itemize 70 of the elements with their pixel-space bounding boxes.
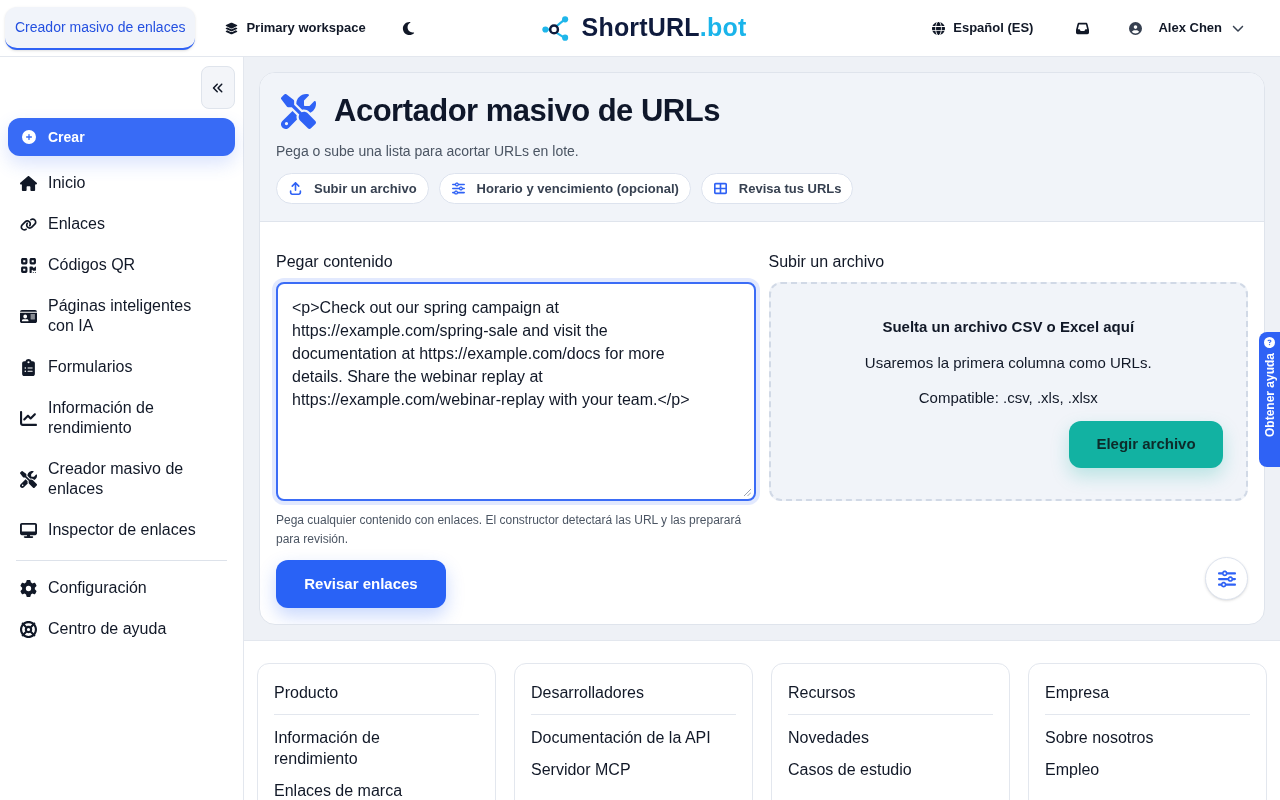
id-card-icon	[20, 307, 37, 325]
moon-icon	[401, 20, 417, 36]
choose-file-button[interactable]: Elegir archivo	[1069, 421, 1223, 468]
review-links-button[interactable]: Revisar enlaces	[276, 560, 446, 608]
link-icon	[20, 215, 37, 233]
tools-icon	[20, 470, 37, 488]
monitor-icon	[20, 521, 37, 539]
workspace-button[interactable]: Primary workspace	[225, 18, 366, 38]
footer-heading: Empresa	[1045, 684, 1111, 702]
gear-icon	[20, 579, 37, 597]
logo-icon	[541, 15, 569, 41]
help-tab[interactable]: Obtener ayuda	[1259, 332, 1280, 467]
footer-heading: Recursos	[788, 684, 857, 702]
footer-link[interactable]: Documentación de la API	[531, 727, 716, 748]
page-subtitle: Pega o sube una lista para acortar URLs en lote.	[276, 142, 580, 161]
inbox-icon	[1075, 21, 1089, 35]
layers-icon	[225, 21, 239, 35]
sidebar-item[interactable]: Inspector de enlaces	[8, 510, 235, 550]
globe-icon	[932, 21, 946, 35]
footer-heading: Desarrolladores	[531, 684, 645, 702]
qr-code-icon	[20, 256, 37, 274]
footer-link[interactable]: Empleo	[1045, 759, 1230, 780]
footer-heading: Producto	[274, 684, 340, 702]
settings-float-button[interactable]	[1205, 557, 1248, 600]
page-title: Acortador masivo de URLs	[334, 91, 720, 130]
create-button[interactable]: Crear	[8, 118, 235, 156]
step-pill[interactable]: Horario y vencimiento (opcional)	[438, 173, 691, 204]
footer-link[interactable]: Información de rendimiento	[274, 727, 459, 769]
sidebar-item[interactable]: Inicio	[8, 163, 235, 203]
field-label: Pegar contenido	[276, 252, 394, 272]
footer-link[interactable]: Casos de estudio	[788, 759, 973, 780]
brand-wordmark: ShortURL.bot	[581, 12, 747, 44]
clipboard-icon	[20, 358, 37, 376]
grid-icon	[713, 182, 727, 195]
tools-icon	[281, 93, 316, 129]
user-menu-button[interactable]: Alex Chen	[1129, 18, 1244, 38]
sidebar-item[interactable]: Códigos QR	[8, 245, 235, 285]
supported-formats: Compatible: .csv, .xls, .xlsx	[918, 388, 1098, 408]
lifebuoy-icon	[20, 620, 37, 638]
page-tab[interactable]: Creador masivo de enlaces	[5, 6, 196, 50]
field-label: Subir un archivo	[768, 252, 886, 272]
avatar-icon	[1129, 21, 1143, 35]
sidebar-item[interactable]: Información de rendimiento	[8, 388, 235, 448]
language-button[interactable]: Español (ES)	[932, 18, 1034, 38]
sliders-icon	[451, 182, 465, 195]
sliders-icon	[1217, 569, 1236, 588]
sidebar-item[interactable]: Configuración	[8, 568, 235, 608]
dropzone-title: Suelta un archivo CSV o Excel aquí	[882, 317, 1135, 337]
line-chart-icon	[20, 409, 37, 427]
collapse-sidebar-button[interactable]	[201, 66, 235, 109]
house-icon	[20, 174, 37, 192]
paste-textarea[interactable]: <p>Check out our spring campaign at https://example.com/spring-sale and visit the documentation at https://example.com/docs for more details. Share the webinar replay at https://example.com/webinar-replay with your team.</p>	[276, 282, 756, 501]
step-pill[interactable]: Revisa tus URLs	[700, 173, 854, 204]
sidebar-item[interactable]: Páginas inteligentes con IA	[8, 286, 235, 346]
footer-link[interactable]: Sobre nosotros	[1045, 727, 1230, 748]
sidebar-item[interactable]: Enlaces	[8, 204, 235, 244]
footer-link[interactable]: Novedades	[788, 727, 973, 748]
step-pill[interactable]: Subir un archivo	[276, 173, 429, 204]
resize-grip-icon	[742, 488, 751, 496]
double-chevron-left-icon	[212, 81, 224, 94]
sidebar-item[interactable]: Centro de ayuda	[8, 609, 235, 649]
sidebar-item[interactable]: Creador masivo de enlaces	[8, 449, 235, 509]
sidebar-item[interactable]: Formularios	[8, 347, 235, 387]
file-dropzone[interactable]: Suelta un archivo CSV o Excel aquí Usaremos la primera columna como URLs. Compatible: .csv, .xls, .xlsx Elegir archivo	[768, 282, 1248, 501]
helper-text: Pega cualquier contenido con enlaces. El constructor detectará las URL y las preparará para revisión.	[276, 512, 743, 548]
footer-link[interactable]: Servidor MCP	[531, 759, 716, 780]
dropzone-description: Usaremos la primera columna como URLs.	[864, 353, 1152, 373]
upload-icon	[289, 182, 302, 195]
inbox-button[interactable]	[1075, 21, 1090, 35]
footer-link[interactable]: Enlaces de marca	[274, 780, 459, 800]
